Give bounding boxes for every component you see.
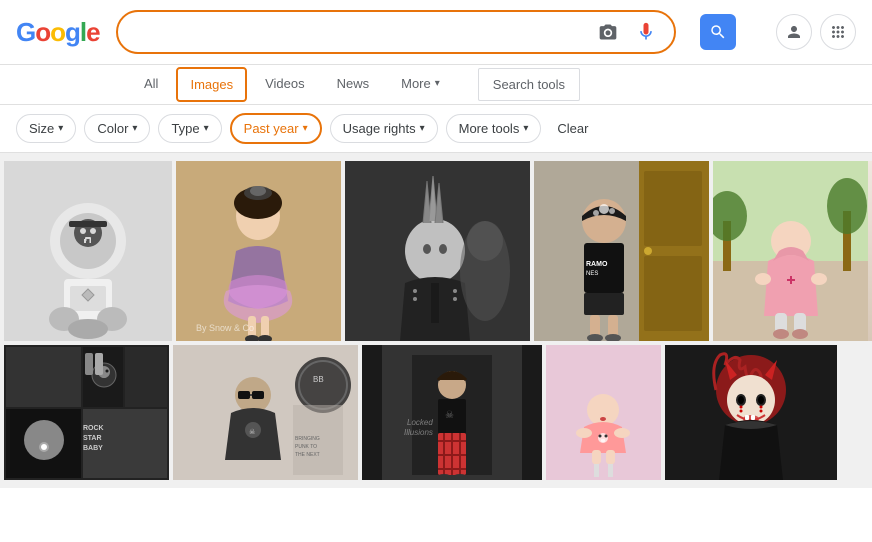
svg-text:By Snow & Co: By Snow & Co — [196, 323, 254, 333]
past-year-filter[interactable]: Past year ▾ — [230, 113, 322, 144]
image-result-5[interactable] — [713, 161, 872, 341]
search-button[interactable] — [700, 14, 736, 50]
past-year-chevron-icon: ▾ — [303, 123, 308, 134]
image-result-2[interactable]: By Snow & Co — [176, 161, 341, 341]
header-right — [776, 14, 856, 50]
tab-videos[interactable]: Videos — [251, 66, 319, 104]
image-result-7[interactable]: BB ☠ BRINGING PUNK TO THE NEXT — [173, 345, 358, 480]
image-grid: By Snow & Co — [0, 153, 872, 488]
type-label: Type — [171, 121, 199, 136]
google-logo[interactable]: Google — [16, 17, 100, 48]
color-chevron-icon: ▾ — [132, 123, 137, 134]
image-result-10[interactable] — [665, 345, 837, 480]
svg-text:RAMO: RAMO — [586, 261, 608, 268]
search-bar[interactable]: punk toddler — [116, 10, 676, 54]
svg-text:Illusions: Illusions — [404, 428, 433, 437]
logo-letter-g: G — [16, 17, 35, 47]
type-filter[interactable]: Type ▾ — [158, 114, 221, 143]
svg-text:STAR: STAR — [83, 435, 102, 442]
more-tools-label: More tools — [459, 121, 520, 136]
svg-text:BRINGING: BRINGING — [295, 436, 320, 442]
size-chevron-icon: ▾ — [58, 123, 63, 134]
more-tools-chevron-icon: ▾ — [523, 123, 528, 134]
size-filter[interactable]: Size ▾ — [16, 114, 76, 143]
nav-tabs: All Images Videos News More ▾ Search too… — [0, 65, 872, 105]
voice-search-button[interactable] — [632, 18, 660, 46]
apps-button[interactable] — [820, 14, 856, 50]
image-result-6[interactable]: ROCK STAR BABY — [4, 345, 169, 480]
usage-rights-label: Usage rights — [343, 121, 416, 136]
search-tools-button[interactable]: Search tools — [478, 68, 580, 101]
image-result-9[interactable] — [546, 345, 661, 480]
logo-letter-g2: g — [65, 17, 80, 47]
svg-text:THE NEXT: THE NEXT — [295, 452, 320, 458]
type-chevron-icon: ▾ — [204, 123, 209, 134]
more-chevron-icon: ▾ — [435, 78, 440, 89]
image-result-4[interactable]: RAMO NES — [534, 161, 709, 341]
svg-text:NES: NES — [586, 271, 598, 277]
svg-text:PUNK TO: PUNK TO — [295, 444, 317, 450]
camera-search-button[interactable] — [594, 18, 622, 46]
past-year-label: Past year — [244, 121, 299, 136]
image-result-8[interactable]: Locked Illusions ☠ — [362, 345, 542, 480]
more-tools-filter[interactable]: More tools ▾ — [446, 114, 542, 143]
clear-filter-button[interactable]: Clear — [549, 115, 596, 142]
user-account-button[interactable] — [776, 14, 812, 50]
svg-text:BABY: BABY — [83, 445, 103, 452]
tab-more[interactable]: More ▾ — [387, 66, 454, 104]
image-result-3[interactable] — [345, 161, 530, 341]
svg-text:☠: ☠ — [445, 410, 454, 421]
tab-all[interactable]: All — [130, 66, 172, 104]
header: Google punk toddler — [0, 0, 872, 65]
logo-letter-o2: o — [50, 17, 65, 47]
tab-images[interactable]: Images — [176, 67, 247, 102]
color-label: Color — [97, 121, 128, 136]
logo-letter-o1: o — [35, 17, 50, 47]
search-icons — [594, 18, 660, 46]
search-input[interactable]: punk toddler — [132, 23, 586, 41]
svg-text:☠: ☠ — [249, 428, 255, 436]
filter-bar: Size ▾ Color ▾ Type ▾ Past year ▾ Usage … — [0, 105, 872, 153]
color-filter[interactable]: Color ▾ — [84, 114, 150, 143]
svg-text:ROCK: ROCK — [83, 425, 104, 432]
usage-rights-filter[interactable]: Usage rights ▾ — [330, 114, 438, 143]
svg-text:Locked: Locked — [407, 418, 433, 427]
usage-rights-chevron-icon: ▾ — [420, 123, 425, 134]
image-result-1[interactable] — [4, 161, 172, 341]
tab-news[interactable]: News — [323, 66, 384, 104]
image-row-2: ROCK STAR BABY — [4, 345, 868, 480]
clear-label: Clear — [557, 121, 588, 136]
image-row-1: By Snow & Co — [4, 161, 868, 341]
logo-letter-e: e — [86, 17, 99, 47]
svg-text:BB: BB — [313, 375, 324, 384]
size-label: Size — [29, 121, 54, 136]
